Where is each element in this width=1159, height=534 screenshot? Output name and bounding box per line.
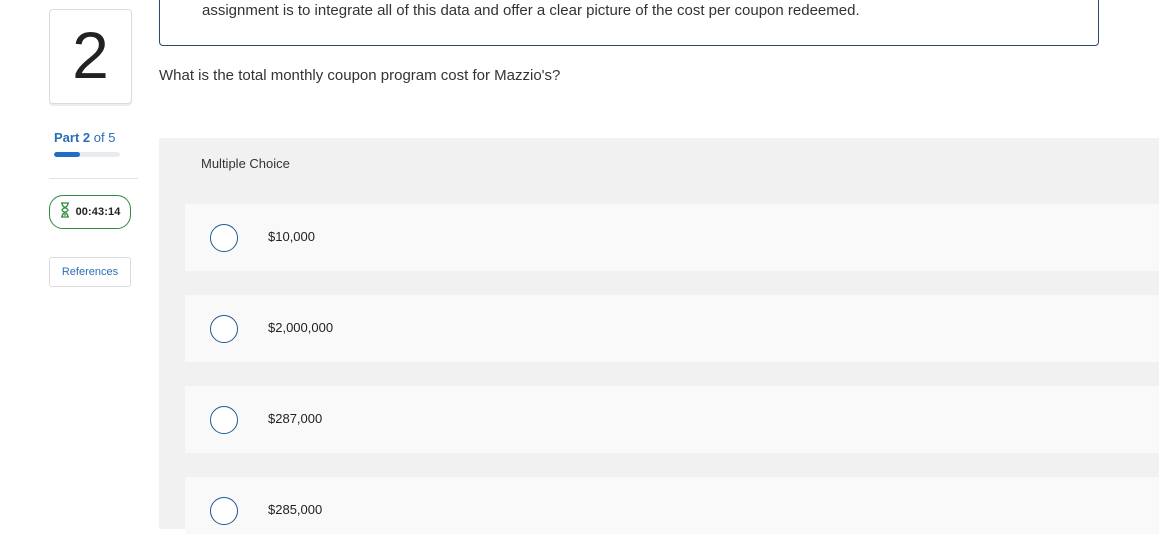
choice-option[interactable]: $10,000 [185,204,1159,271]
question-number: 2 [72,17,109,92]
rail-divider [49,178,138,179]
part-current: 2 [82,130,91,145]
choice-option[interactable]: $287,000 [185,386,1159,453]
radio-button[interactable] [210,497,238,525]
part-word: Part 2 [54,130,90,145]
choice-label: $10,000 [268,229,315,244]
instructions-box: assignment is to integrate all of this d… [159,0,1099,46]
question-text: What is the total monthly coupon program… [159,67,561,84]
choice-option[interactable]: $2,000,000 [185,295,1159,362]
part-progress-bar [54,152,120,157]
answer-type-label: Multiple Choice [201,156,290,171]
references-button[interactable]: References [49,257,131,287]
part-progress-label: Part 2 of 5 [54,130,115,145]
part-progress-fill [54,152,81,157]
radio-button[interactable] [210,406,238,434]
hourglass-icon [60,201,70,223]
choice-label: $285,000 [268,502,323,517]
choice-option[interactable]: $285,000 [185,477,1159,534]
part-word-text: Part [54,130,80,145]
answer-panel: Multiple Choice $10,000 $2,000,000 $287,… [159,138,1159,534]
part-total: of 5 [93,130,116,145]
question-number-card: 2 [49,9,132,104]
choice-label: $287,000 [268,411,323,426]
choice-label: $2,000,000 [268,320,334,335]
timer-badge[interactable]: 00:43:14 [49,195,131,229]
timer-value: 00:43:14 [75,206,121,218]
instructions-text: assignment is to integrate all of this d… [202,2,860,19]
radio-button[interactable] [210,224,238,252]
radio-button[interactable] [210,315,238,343]
